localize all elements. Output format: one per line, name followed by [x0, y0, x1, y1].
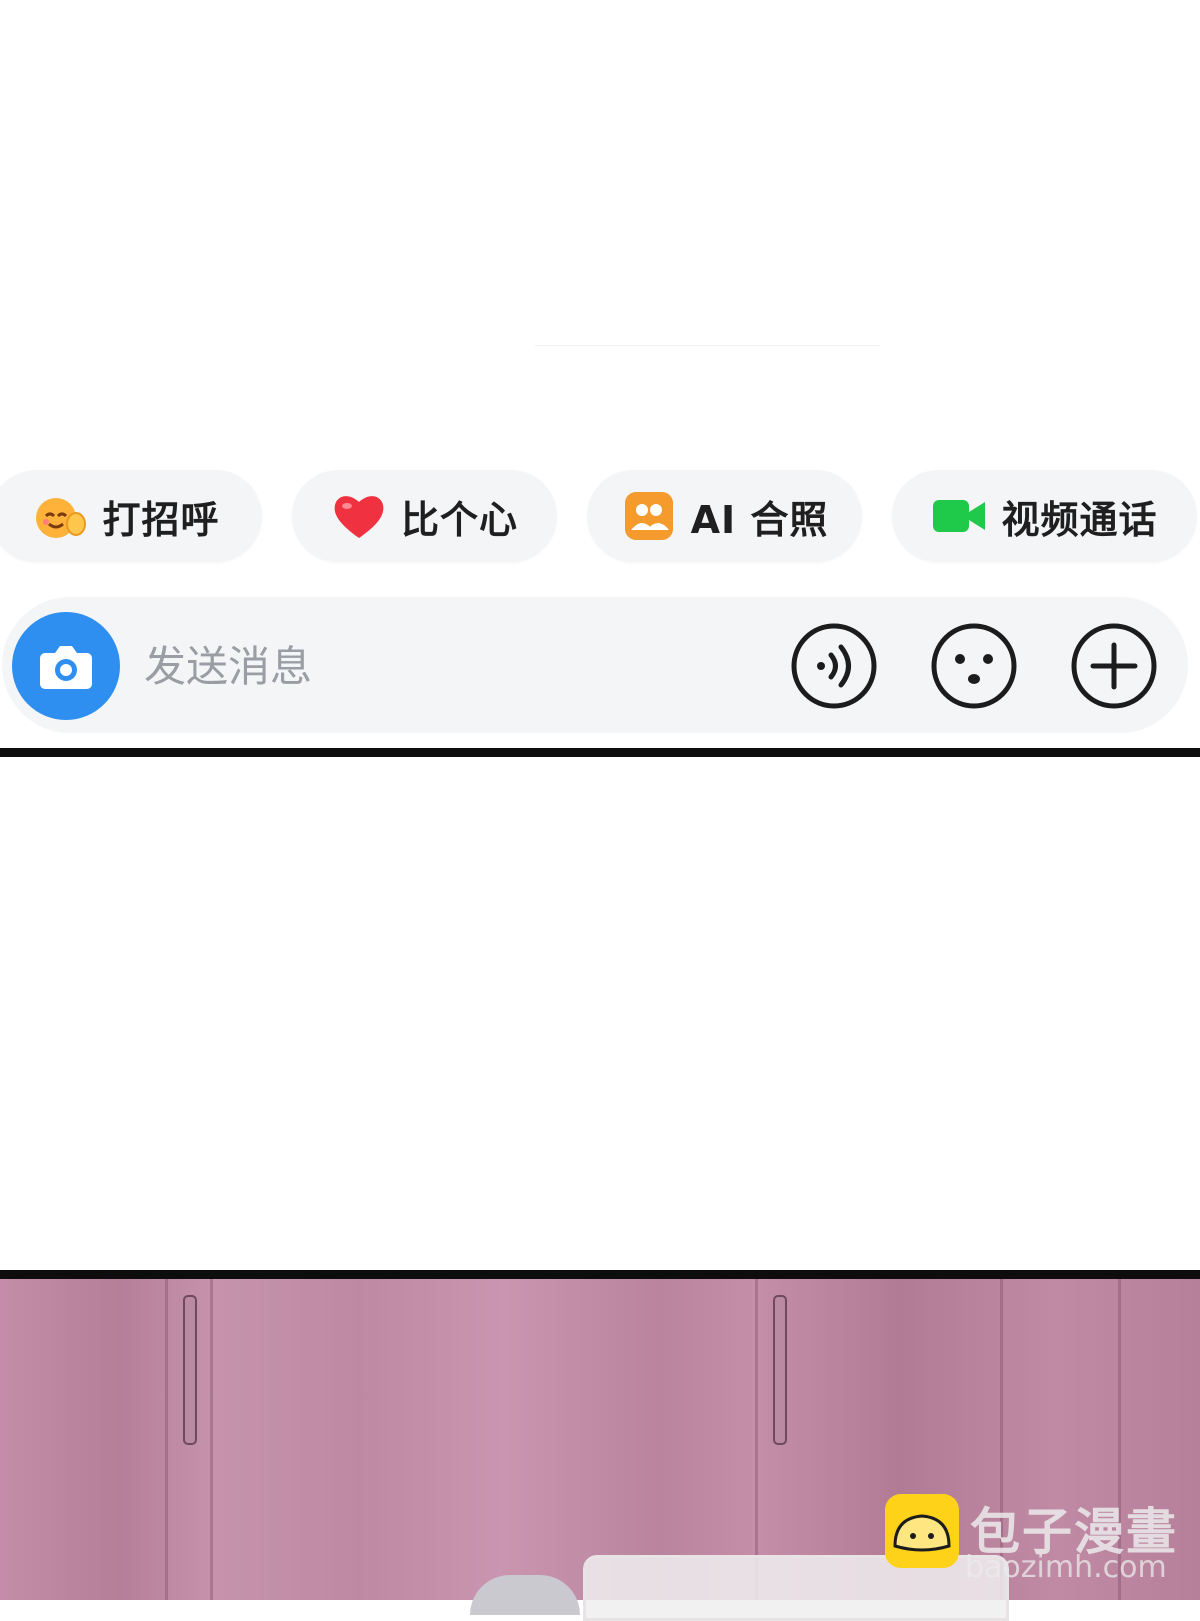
- ai-photo-chip[interactable]: AI 合照: [587, 470, 862, 562]
- curtain-fold: [165, 1279, 168, 1600]
- watermark-domain: baozimh.com: [965, 1550, 1167, 1585]
- ai-photo-label: AI 合照: [690, 497, 829, 542]
- cabinet-handle: [183, 1295, 197, 1445]
- camera-button[interactable]: [12, 612, 120, 720]
- video-camera-icon: [933, 500, 986, 532]
- plus-icon[interactable]: [1069, 621, 1159, 711]
- panel-divider-top: [0, 748, 1200, 757]
- heart-chip[interactable]: 比个心: [292, 470, 557, 562]
- heart-label: 比个心: [400, 497, 518, 542]
- message-input[interactable]: [142, 635, 746, 697]
- bun-logo-icon: [885, 1494, 959, 1568]
- emoji-icon[interactable]: [929, 621, 1019, 711]
- curtain-fold: [755, 1279, 758, 1600]
- faint-separator: [535, 345, 880, 346]
- heart-icon: [334, 496, 384, 538]
- greet-label: 打招呼: [102, 497, 220, 542]
- wave-emoji-icon: [36, 498, 87, 538]
- voice-icon[interactable]: [789, 621, 879, 711]
- greet-chip[interactable]: 打招呼: [0, 470, 262, 562]
- curtain-fold: [210, 1279, 213, 1600]
- video-call-label: 视频通话: [1001, 497, 1158, 542]
- video-call-chip[interactable]: 视频通话: [892, 470, 1197, 562]
- quick-actions-bar: 打招呼 比个心 AI 合照 视频通话: [0, 470, 1200, 564]
- message-composer: [2, 597, 1188, 733]
- panel-divider-bottom: [0, 1270, 1200, 1279]
- chat-screen: 打招呼 比个心 AI 合照 视频通话: [0, 0, 1200, 748]
- ai-group-photo-icon: [624, 492, 673, 540]
- camera-icon: [40, 646, 92, 689]
- cabinet-handle: [773, 1295, 787, 1445]
